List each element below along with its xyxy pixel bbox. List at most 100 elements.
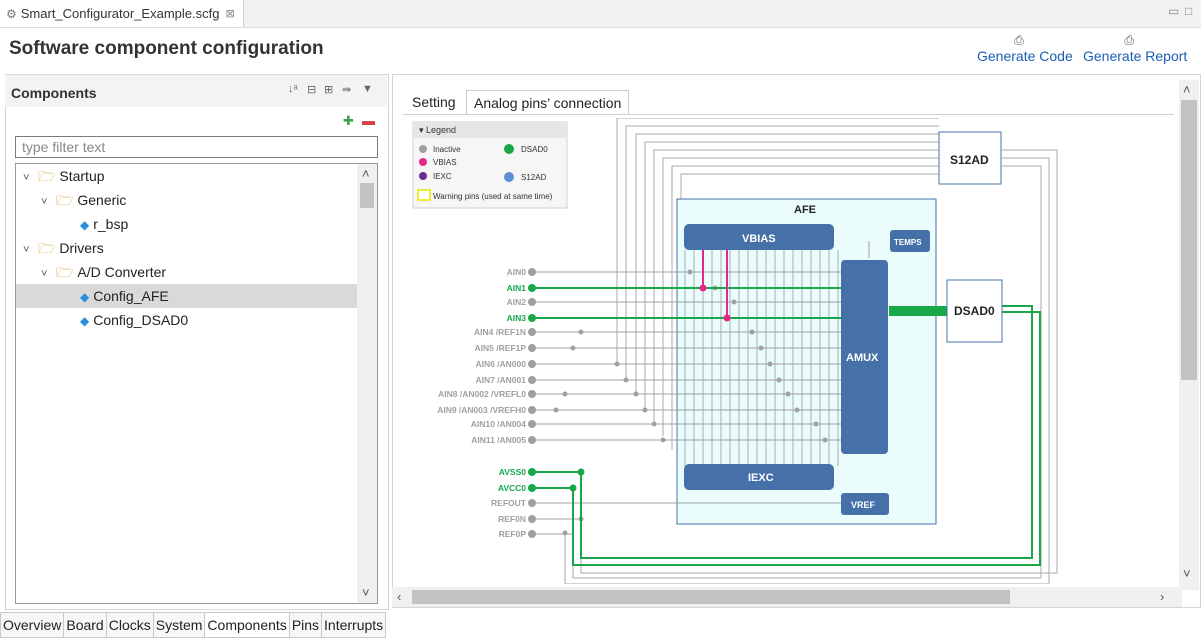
pin-labels: AIN0 AIN1 AIN2 AIN3 AIN4 /REF1N AIN5 /RE… — [437, 267, 527, 539]
diagram-horizontal-scroll-thumb[interactable] — [412, 590, 1010, 604]
afe-label: AFE — [794, 204, 816, 216]
folder-icon: 🗁 — [38, 240, 56, 256]
tab-board[interactable]: Board — [64, 612, 107, 638]
pin-ain2-label: AIN2 — [507, 297, 527, 307]
tree-item-config-dsad0[interactable]: ◆ Config_DSAD0 — [16, 308, 377, 332]
pin-ain8-label: AIN8 /AN002 /VREFL0 — [438, 389, 526, 399]
tab-analog-pins[interactable]: Analog pins’ connection — [466, 90, 630, 115]
config-file-icon: ⚙ — [6, 6, 17, 21]
pin-dot — [528, 328, 536, 336]
tab-setting[interactable]: Setting — [405, 90, 463, 114]
pin-dot — [528, 484, 536, 492]
chevron-down-icon[interactable]: ˅ — [41, 190, 53, 214]
legend-swatch-s12ad — [504, 172, 514, 182]
amux-label: AMUX — [846, 352, 879, 364]
tab-system[interactable]: System — [153, 612, 206, 638]
pin-dot — [528, 376, 536, 384]
iexc-label: IEXC — [748, 472, 774, 484]
editor-tab[interactable]: ⚙ Smart_Configurator_Example.scfg ⊠ — [0, 0, 244, 27]
legend-label-vbias: VBIAS — [433, 158, 457, 167]
pin-refout-label: REFOUT — [491, 498, 527, 508]
generate-report-label: Generate Report — [1083, 48, 1188, 64]
tab-overview[interactable]: Overview — [0, 612, 65, 638]
legend-swatch-inactive — [419, 145, 427, 153]
chevron-down-icon[interactable]: ˅ — [23, 166, 35, 190]
tree-item-r-bsp[interactable]: ◆ r_bsp — [16, 212, 377, 236]
component-tree: ˅ 🗁 Startup ˅ 🗁 Generic ◆ r_bsp ˅ 🗁 Drivers ˅ 🗁 A… — [15, 163, 378, 604]
minimize-icon[interactable]: ▭ — [1168, 4, 1179, 18]
pin-ain3-label: AIN3 — [507, 313, 527, 323]
chevron-down-icon[interactable]: ˅ — [23, 238, 35, 262]
legend-label-dsad0: DSAD0 — [521, 145, 548, 154]
tab-pins[interactable]: Pins — [289, 612, 323, 638]
link-icon[interactable]: ⇛ — [342, 83, 351, 96]
scroll-up-icon[interactable]: ˄ — [1183, 82, 1191, 97]
analog-pins-diagram: ▾ Legend Inactive DSAD0 VBIAS IEXC S12AD… — [412, 118, 1058, 584]
sort-icon[interactable]: ↓ᵃ — [288, 83, 298, 95]
components-title: Components — [11, 85, 97, 101]
pin-dots — [528, 268, 536, 538]
pin-dot — [528, 499, 536, 507]
pin-dot — [528, 284, 536, 292]
scroll-down-icon[interactable]: ˅ — [362, 585, 370, 600]
legend-swatch-warning — [417, 189, 431, 201]
add-component-icon[interactable]: ✚ — [343, 113, 354, 129]
chevron-down-icon[interactable]: ˅ — [41, 262, 53, 286]
tree-item-config-afe[interactable]: ◆ Config_AFE — [16, 284, 377, 308]
scroll-right-icon[interactable]: › — [1160, 589, 1164, 604]
filter-input[interactable] — [15, 136, 378, 158]
pin-dot — [528, 268, 536, 276]
vbias-label: VBIAS — [742, 233, 776, 245]
pin-dot — [528, 436, 536, 444]
scroll-down-icon[interactable]: ˅ — [1183, 566, 1191, 581]
pin-ref0p-label: REF0P — [499, 529, 527, 539]
temps-label: TEMPS — [894, 238, 922, 247]
pin-avcc0-label: AVCC0 — [498, 483, 526, 493]
folder-icon: 🗁 — [38, 168, 56, 184]
legend-label-s12ad: S12AD — [521, 173, 547, 182]
pin-ain0-label: AIN0 — [507, 267, 527, 277]
generate-code-button[interactable]: ⎙ Generate Code — [977, 32, 1073, 64]
tree-item-generic[interactable]: ˅ 🗁 Generic — [16, 188, 377, 212]
tab-interrupts[interactable]: Interrupts — [322, 612, 387, 638]
legend-label-iexc: IEXC — [433, 172, 452, 181]
pin-dot — [528, 530, 536, 538]
tree-scroll-thumb[interactable] — [360, 183, 374, 208]
scroll-up-icon[interactable]: ˄ — [362, 166, 370, 181]
pin-dot — [528, 420, 536, 428]
close-icon[interactable]: ⊠ — [225, 7, 234, 20]
tab-divider — [403, 114, 1174, 115]
scroll-left-icon[interactable]: ‹ — [397, 589, 401, 604]
pin-dot — [528, 515, 536, 523]
legend-toggle-icon: ▾ — [419, 125, 426, 135]
pin-ain9-label: AIN9 /AN003 /VREFH0 — [437, 405, 526, 415]
page-title: Software component configuration — [9, 38, 324, 59]
generate-code-icon: ⎙ — [1014, 33, 1024, 47]
generate-report-button[interactable]: ⎙ Generate Report — [1083, 32, 1187, 64]
pin-ain1-label: AIN1 — [507, 283, 527, 293]
generate-code-label: Generate Code — [977, 48, 1073, 64]
pin-ain7-label: AIN7 /AN001 — [475, 375, 526, 385]
expand-all-icon[interactable]: ⊞ — [324, 83, 333, 96]
collapse-all-icon[interactable]: ⊟ — [307, 83, 316, 96]
legend-title: ▾ Legend — [419, 125, 456, 135]
maximize-icon[interactable]: □ — [1185, 4, 1192, 18]
s12ad-label: S12AD — [950, 153, 989, 167]
tree-item-ad-converter[interactable]: ˅ 🗁 A/D Converter — [16, 260, 377, 284]
remove-component-icon[interactable]: ▬ — [362, 113, 375, 128]
view-menu-icon[interactable]: ▼ — [362, 83, 373, 95]
pin-ain6-label: AIN6 /AN000 — [475, 359, 526, 369]
legend-swatch-dsad0 — [504, 144, 514, 154]
legend-swatch-iexc — [419, 172, 427, 180]
dsad0-label: DSAD0 — [954, 304, 995, 318]
pin-ain4-label: AIN4 /REF1N — [474, 327, 526, 337]
tree-item-startup[interactable]: ˅ 🗁 Startup — [16, 164, 377, 188]
tree-item-drivers[interactable]: ˅ 🗁 Drivers — [16, 236, 377, 260]
tree-scrollbar[interactable] — [357, 164, 377, 603]
diagram-vertical-scroll-thumb[interactable] — [1181, 100, 1197, 380]
component-icon: ◆ — [80, 314, 90, 328]
pin-dot — [528, 468, 536, 476]
tab-clocks[interactable]: Clocks — [106, 612, 154, 638]
tab-components[interactable]: Components — [205, 612, 290, 638]
component-icon: ◆ — [80, 290, 90, 304]
